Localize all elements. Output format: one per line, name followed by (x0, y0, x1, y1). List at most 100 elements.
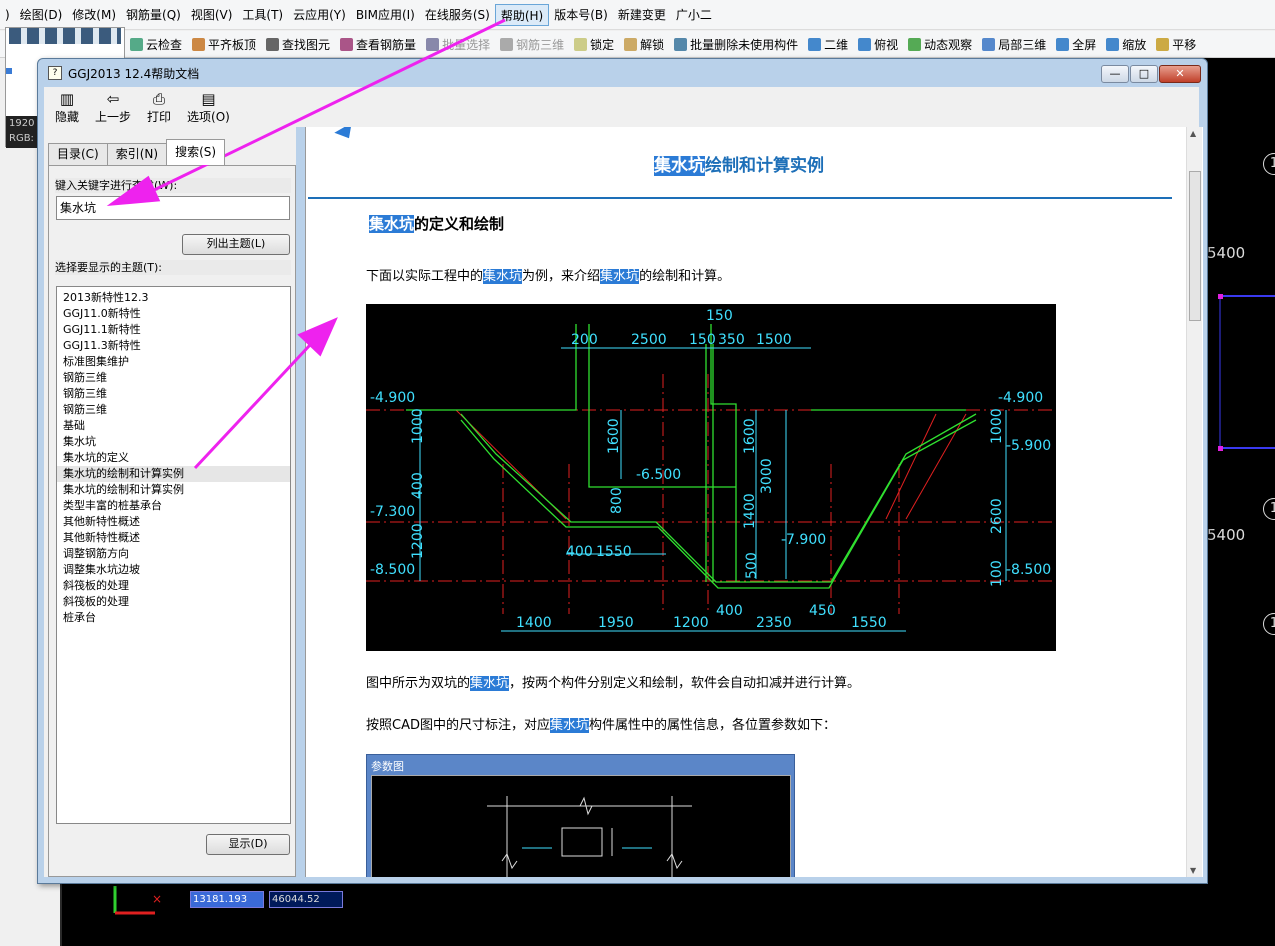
toolbar-button[interactable]: 平移 (1151, 36, 1201, 53)
scroll-down-arrow-icon[interactable]: ▼ (1190, 866, 1196, 875)
options-button[interactable]: ▤ 选项(O) (184, 87, 233, 127)
menu-item[interactable]: 广小二 (671, 4, 717, 26)
back-arrow-icon: ⇦ (106, 89, 120, 108)
close-button[interactable]: ✕ (1159, 65, 1201, 83)
display-button[interactable]: 显示(D) (206, 834, 290, 855)
topic-item[interactable]: GGJ11.0新特性 (57, 306, 290, 322)
topic-item[interactable]: 钢筋三维 (57, 386, 290, 402)
topic-item[interactable]: 钢筋三维 (57, 370, 290, 386)
topic-item[interactable]: GGJ11.3新特性 (57, 338, 290, 354)
toolbar-button[interactable]: 俯视 (853, 36, 903, 53)
topic-item[interactable]: 其他新特性概述 (57, 530, 290, 546)
toolbar-button[interactable]: 局部三维 (977, 36, 1051, 53)
topic-item[interactable]: 标准图集维护 (57, 354, 290, 370)
topic-item[interactable]: GGJ11.1新特性 (57, 322, 290, 338)
toolbar-icon (266, 37, 280, 51)
keyword-highlight: 集水坑 (483, 269, 523, 284)
menu-item[interactable]: BIM应用(I) (351, 4, 420, 26)
topic-item[interactable]: 集水坑的绘制和计算实例 (57, 482, 290, 498)
minimize-button[interactable]: — (1101, 65, 1129, 83)
menu-item[interactable]: 帮助(H) (494, 3, 550, 26)
cad-dim-label: 5400 (1207, 244, 1246, 262)
toolbar-button[interactable]: 动态观察 (903, 36, 977, 53)
topic-item[interactable]: 调整集水坑边坡 (57, 562, 290, 578)
topic-item[interactable]: 集水坑的绘制和计算实例 (57, 466, 290, 482)
toolbar-button[interactable]: 查找图元 (261, 36, 335, 53)
help-title-bar[interactable]: ? GGJ2013 12.4帮助文档 (38, 59, 1207, 87)
maximize-button[interactable]: □ (1130, 65, 1158, 83)
navigation-pane: 目录(C) 索引(N) 搜索(S) 键入关键字进行查找(W): 集水坑 列出主题… (44, 127, 296, 877)
toolbar-button-label: 云检查 (146, 37, 183, 52)
title-text: 绘制和计算实例 (705, 156, 824, 176)
intro-paragraph: 下面以实际工程中的集水坑为例，来介绍集水坑的绘制和计算。 (366, 265, 730, 284)
toolbar-icon (982, 37, 996, 51)
toolbar-button[interactable]: 查看钢筋量 (335, 36, 421, 53)
menu-item[interactable]: 绘图(D) (15, 4, 68, 26)
preview-image (9, 28, 121, 44)
menu-item[interactable]: 云应用(Y) (288, 4, 351, 26)
cad-dimension-label: -4.900 (370, 390, 415, 406)
tab-search[interactable]: 搜索(S) (166, 139, 226, 165)
cad-section-drawing: 150200 2500 150 350 1500-4.900-7.300-8.500-4… (366, 304, 1056, 651)
menu-item[interactable]: 新建变更 (613, 4, 671, 26)
cad-dimension-label: -5.900 (1006, 438, 1051, 454)
section-highlight: 集水坑 (369, 215, 415, 233)
toolbar-button-label: 平移 (1172, 37, 1197, 52)
nav-tabs: 目录(C) 索引(N) 搜索(S) (48, 139, 226, 165)
toolbar-icon (858, 37, 872, 51)
cad-dimension-label: 1550 (851, 615, 887, 631)
back-button[interactable]: ⇦ 上一步 (92, 87, 134, 127)
toolbar-button-label: 钢筋三维 (516, 37, 565, 52)
topic-item[interactable]: 钢筋三维 (57, 402, 290, 418)
topic-item[interactable]: 集水坑的定义 (57, 450, 290, 466)
topic-item[interactable]: 斜筏板的处理 (57, 594, 290, 610)
topic-item[interactable]: 集水坑 (57, 434, 290, 450)
topic-item[interactable]: 其他新特性概述 (57, 514, 290, 530)
menu-item[interactable]: 视图(V) (186, 4, 238, 26)
toolbar-button-label: 局部三维 (998, 37, 1047, 52)
toolbar-button[interactable]: 平齐板顶 (187, 36, 261, 53)
cad-dimension-label: 350 (718, 332, 745, 348)
topic-item[interactable]: 桩承台 (57, 610, 290, 626)
toolbar-button[interactable]: 批量选择 (421, 36, 495, 53)
print-label: 打印 (147, 109, 172, 124)
toolbar-icon (340, 37, 354, 51)
help-window: ? GGJ2013 12.4帮助文档 — □ ✕ ▥ 隐藏 ⇦ 上一步 ⎙ 打印 ▤ 选… (37, 58, 1208, 884)
topic-item[interactable]: 斜筏板的处理 (57, 578, 290, 594)
topic-item[interactable]: 基础 (57, 418, 290, 434)
cad-dimension-label: 400 (716, 603, 743, 619)
toolbar-button[interactable]: 钢筋三维 (495, 36, 569, 53)
topic-item[interactable]: 类型丰富的桩基承台 (57, 498, 290, 514)
topic-item[interactable]: 调整钢筋方向 (57, 546, 290, 562)
y-coordinate-field[interactable]: 46044.52 (269, 891, 343, 908)
print-button[interactable]: ⎙ 打印 (144, 87, 174, 127)
menu-item[interactable]: ) (0, 4, 15, 26)
menu-item[interactable]: 修改(M) (67, 4, 121, 26)
toolbar-button[interactable]: 二维 (803, 36, 853, 53)
scrollbar-thumb[interactable] (1189, 171, 1201, 321)
menu-item[interactable]: 工具(T) (237, 4, 288, 26)
toolbar-button[interactable]: 批量删除未使用构件 (669, 36, 803, 53)
scroll-up-arrow-icon[interactable]: ▲ (1190, 129, 1196, 138)
x-coordinate-field[interactable]: 13181.193 (190, 891, 264, 908)
toolbar-button[interactable]: 全屏 (1051, 36, 1101, 53)
tab-contents[interactable]: 目录(C) (48, 143, 108, 165)
topics-list[interactable]: 2013新特性12.3 GGJ11.0新特性 GGJ11.1新特性 GGJ11.3新特… (56, 286, 291, 824)
menu-item[interactable]: 钢筋量(Q) (121, 4, 186, 26)
cad-dimension-label: -7.300 (370, 504, 415, 520)
menu-item[interactable]: 版本号(B) (549, 4, 613, 26)
content-scrollbar[interactable]: ▲ ▼ (1186, 127, 1202, 877)
menu-bar: ) 绘图(D) 修改(M) 钢筋量(Q) 视图(V) 工具(T) 云应用(Y) BIM应用(I… (0, 0, 1275, 30)
tab-index[interactable]: 索引(N) (106, 143, 168, 165)
topic-item[interactable]: 2013新特性12.3 (57, 290, 290, 306)
toolbar-button[interactable]: 云检查 (125, 36, 187, 53)
menu-item[interactable]: 在线服务(S) (420, 4, 495, 26)
hide-button[interactable]: ▥ 隐藏 (52, 87, 82, 127)
topic-page: 集水坑绘制和计算实例 集水坑的定义和绘制 下面以实际工程中的集水坑为例，来介绍集… (306, 127, 1184, 877)
toolbar-button[interactable]: 解锁 (619, 36, 669, 53)
toolbar-button-label: 二维 (824, 37, 849, 52)
list-topics-button[interactable]: 列出主题(L) (182, 234, 290, 255)
keyword-input[interactable]: 集水坑 (56, 196, 290, 220)
toolbar-button[interactable]: 锁定 (569, 36, 619, 53)
toolbar-button[interactable]: 缩放 (1101, 36, 1151, 53)
